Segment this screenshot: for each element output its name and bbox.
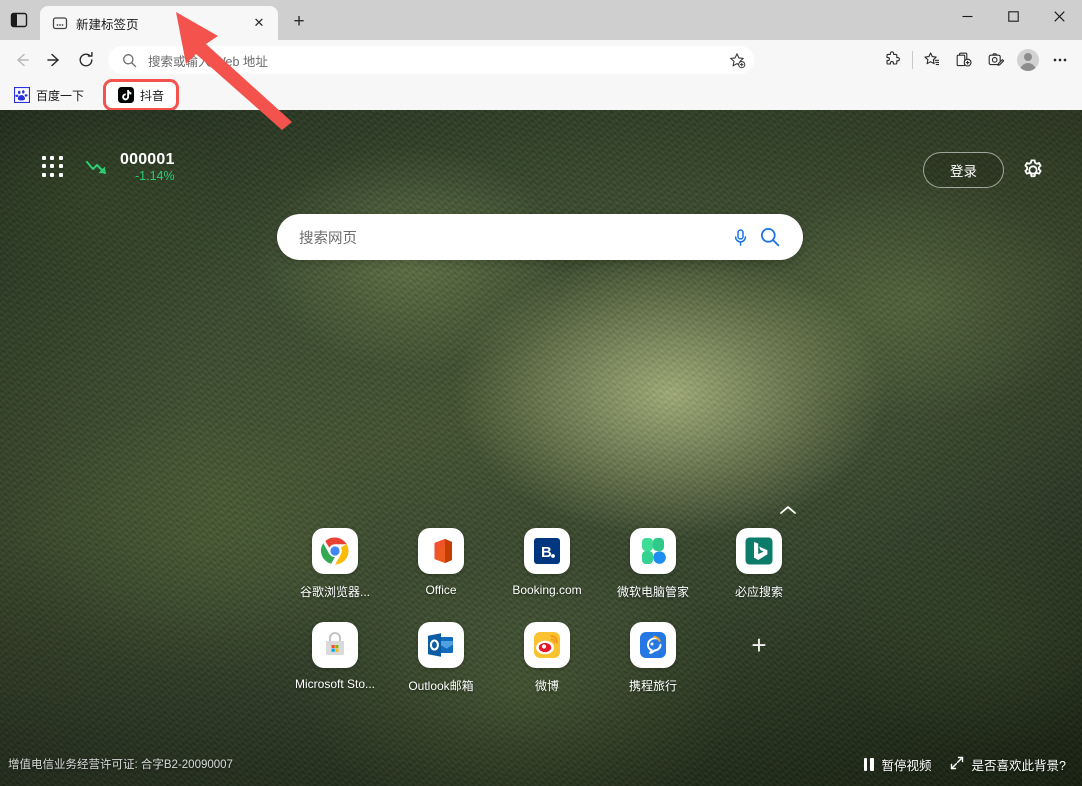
bookmark-douyin[interactable]: 抖音 (103, 79, 180, 111)
bookmark-label: 抖音 (140, 88, 165, 103)
new-tab-page-icon (52, 15, 68, 31)
douyin-icon (118, 87, 135, 103)
shortcut-tile[interactable]: 谷歌浏览器... (282, 528, 388, 600)
license-text: 增值电信业务经营许可证: 合字B2-20090007 (8, 759, 233, 771)
bookmark-baidu[interactable]: 百度一下 (6, 83, 92, 107)
tab-actions-icon[interactable] (0, 0, 38, 40)
bing-icon (736, 528, 782, 574)
browser-toolbar: 搜索或输入 Web 地址 (0, 40, 1082, 80)
shortcut-tile[interactable]: Office (388, 528, 494, 600)
shortcut-label: Office (425, 583, 457, 597)
minimize-button[interactable] (944, 0, 990, 32)
shortcut-label: 携程旅行 (628, 679, 677, 693)
shortcut-tile[interactable]: 携程旅行 (600, 622, 706, 694)
shortcut-label: 微博 (534, 679, 559, 693)
app-grid-icon[interactable] (42, 156, 64, 178)
shortcut-tile[interactable]: 微软电脑管家 (600, 528, 706, 600)
like-background-label: 是否喜欢此背景? (971, 759, 1066, 773)
toolbar-right-icons (877, 44, 1076, 76)
favorites-star-icon[interactable] (916, 44, 948, 76)
like-background-button[interactable]: 是否喜欢此背景? (950, 755, 1066, 774)
microsoft-store-icon (312, 622, 358, 668)
booking-icon: B (524, 528, 570, 574)
outlook-icon (418, 622, 464, 668)
stock-ticker[interactable]: 000001 -1.14% (84, 151, 175, 183)
office-icon (418, 528, 464, 574)
ticker-symbol: 000001 (120, 151, 175, 168)
sign-in-button[interactable]: 登录 (923, 152, 1004, 188)
extensions-icon[interactable] (877, 44, 909, 76)
title-bar: 新建标签页 ✕ + (0, 0, 1082, 40)
screenshot-icon[interactable] (980, 44, 1012, 76)
tab-close-button[interactable]: ✕ (248, 12, 270, 34)
shortcut-label: 必应搜索 (734, 585, 783, 599)
pause-icon (863, 758, 874, 771)
shortcut-label: Microsoft Sto... (294, 677, 376, 691)
forward-arrow-icon[interactable] (38, 44, 70, 76)
page-search-box[interactable]: 搜索网页 (277, 214, 803, 260)
shortcut-tile[interactable]: B Booking.com (494, 528, 600, 600)
page-search-input[interactable]: 搜索网页 (299, 227, 725, 248)
ticker-change: -1.14% (134, 168, 175, 183)
tab-title: 新建标签页 (76, 17, 139, 32)
settings-more-icon[interactable] (1044, 44, 1076, 76)
shortcut-tile[interactable]: Outlook邮箱 (388, 622, 494, 694)
maximize-button[interactable] (990, 0, 1036, 32)
shortcut-tile[interactable]: Microsoft Sto... (282, 622, 388, 694)
add-shortcut-button[interactable]: + (706, 622, 812, 668)
toolbar-divider (912, 51, 913, 69)
refresh-icon[interactable] (70, 44, 102, 76)
pause-video-button[interactable]: 暂停视频 (863, 755, 932, 774)
shortcut-tile[interactable]: 必应搜索 (706, 528, 812, 600)
shortcut-label: Booking.com (512, 583, 582, 597)
ctrip-icon (630, 622, 676, 668)
collections-icon[interactable] (948, 44, 980, 76)
back-arrow-icon[interactable] (6, 44, 38, 76)
baidu-icon (13, 86, 31, 104)
pause-video-label: 暂停视频 (881, 759, 932, 773)
address-bar[interactable]: 搜索或输入 Web 地址 (108, 46, 754, 74)
tab[interactable]: 新建标签页 ✕ (40, 6, 278, 40)
shortcut-label: Outlook邮箱 (408, 679, 474, 693)
bookmarks-bar: 百度一下 抖音 (0, 79, 1082, 111)
chrome-icon (312, 528, 358, 574)
shortcut-label: 谷歌浏览器... (299, 585, 370, 599)
avatar (1017, 49, 1039, 71)
microphone-icon[interactable] (725, 227, 755, 248)
add-favorite-star-icon[interactable] (728, 52, 746, 69)
microsoft-pc-manager-icon (630, 528, 676, 574)
svg-text:B: B (541, 544, 552, 561)
shortcut-tiles: 谷歌浏览器... Office B Booking.com 微软电脑管家 必应搜… (282, 528, 802, 694)
search-icon (120, 53, 138, 68)
weibo-icon (524, 622, 570, 668)
address-input[interactable]: 搜索或输入 Web 地址 (138, 51, 728, 70)
shortcut-label: 微软电脑管家 (616, 585, 689, 599)
ntp-header: 000001 -1.14% 登录 (0, 110, 1082, 230)
ntp-actions: 登录 (923, 152, 1046, 188)
profile-avatar[interactable] (1012, 44, 1044, 76)
browser-window: 新建标签页 ✕ + 搜索或输入 Web 地址 百度一下 抖音 000001 -1… (0, 0, 1082, 786)
close-button[interactable] (1036, 0, 1082, 32)
ntp-bottom-controls: 暂停视频 是否喜欢此背景? (863, 755, 1066, 774)
trend-down-arrow-icon (84, 153, 112, 181)
expand-arrow-icon (950, 756, 964, 773)
shortcut-tile[interactable]: 微博 (494, 622, 600, 694)
new-tab-page: 000001 -1.14% 登录 搜索网页 谷歌浏览器... Office B … (0, 110, 1082, 786)
new-tab-button[interactable]: + (284, 7, 314, 37)
chevron-up-icon[interactable] (779, 503, 797, 515)
gear-icon[interactable] (1020, 157, 1046, 183)
window-controls (944, 0, 1082, 40)
bookmark-label: 百度一下 (36, 88, 85, 103)
search-icon[interactable] (755, 226, 785, 248)
